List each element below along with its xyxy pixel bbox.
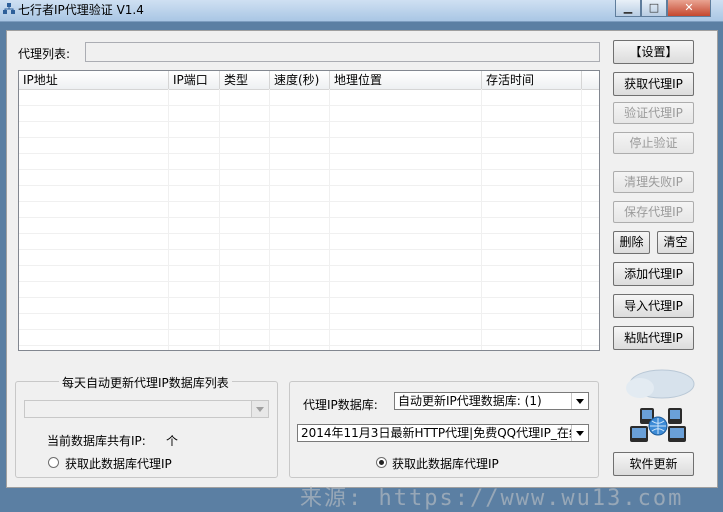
grid-line xyxy=(19,217,599,218)
col-alive-time[interactable]: 存活时间 xyxy=(482,71,582,89)
proxy-db-label: 代理IP数据库: xyxy=(303,398,378,412)
ip-count-unit: 个 xyxy=(166,434,179,448)
update-software-button[interactable]: 软件更新 xyxy=(613,452,694,476)
grid-line xyxy=(19,313,599,314)
col-type[interactable]: 类型 xyxy=(220,71,270,89)
proxy-list-select[interactable]: 2014年11月3日最新HTTP代理|免费QQ代理IP_在线代 xyxy=(297,424,589,442)
clear-failed-button[interactable]: 清理失败IP xyxy=(613,171,694,193)
chevron-down-icon[interactable] xyxy=(571,425,588,441)
app-icon xyxy=(3,3,15,15)
grid-line xyxy=(19,105,599,106)
settings-button[interactable]: 【设置】 xyxy=(613,40,694,64)
table-header: IP地址 IP端口 类型 速度(秒) 地理位置 存活时间 xyxy=(19,71,599,90)
proxy-db-radio[interactable] xyxy=(376,457,387,468)
daily-update-group-title: 每天自动更新代理IP数据库列表 xyxy=(59,374,232,391)
col-location[interactable]: 地理位置 xyxy=(330,71,482,89)
get-proxy-button[interactable]: 获取代理IP xyxy=(613,72,694,96)
grid-column-line xyxy=(329,89,330,350)
grid-line xyxy=(19,169,599,170)
grid-column-line xyxy=(481,89,482,350)
proxy-list-label: 代理列表: xyxy=(18,47,71,61)
verify-proxy-button[interactable]: 验证代理IP xyxy=(613,102,694,124)
daily-db-radio[interactable] xyxy=(48,457,59,468)
grid-line xyxy=(19,297,599,298)
grid-line xyxy=(19,137,599,138)
grid-column-line xyxy=(269,89,270,350)
grid-line xyxy=(19,329,599,330)
window-title: 七行者IP代理验证 V1.4 xyxy=(18,3,144,17)
proxy-db-select[interactable]: 自动更新IP代理数据库: (1) xyxy=(394,392,589,410)
delete-button[interactable]: 删除 xyxy=(613,231,650,254)
save-proxy-button[interactable]: 保存代理IP xyxy=(613,201,694,223)
stop-verify-button[interactable]: 停止验证 xyxy=(613,132,694,154)
proxy-db-radio-label[interactable]: 获取此数据库代理IP xyxy=(392,455,499,472)
daily-db-radio-label[interactable]: 获取此数据库代理IP xyxy=(65,455,172,472)
proxy-db-select-value: 自动更新IP代理数据库: (1) xyxy=(398,394,542,408)
add-proxy-button[interactable]: 添加代理IP xyxy=(613,262,694,286)
maximize-button[interactable]: □ xyxy=(641,0,667,17)
network-icon xyxy=(618,368,698,448)
proxy-list-select-value: 2014年11月3日最新HTTP代理|免费QQ代理IP_在线代 xyxy=(301,426,571,440)
chevron-down-icon[interactable] xyxy=(571,393,588,409)
import-proxy-button[interactable]: 导入代理IP xyxy=(613,294,694,318)
chevron-down-icon[interactable] xyxy=(251,401,268,417)
grid-line xyxy=(19,185,599,186)
grid-line xyxy=(19,233,599,234)
proxy-list-field xyxy=(85,42,600,62)
col-ip-port[interactable]: IP端口 xyxy=(169,71,220,89)
daily-db-select[interactable] xyxy=(24,400,269,418)
grid-line xyxy=(19,281,599,282)
paste-proxy-button[interactable]: 粘贴代理IP xyxy=(613,326,694,350)
col-ip-address[interactable]: IP地址 xyxy=(19,71,169,89)
grid-line xyxy=(19,201,599,202)
grid-line xyxy=(19,249,599,250)
ip-count-label: 当前数据库共有IP: xyxy=(47,434,146,448)
grid-column-line xyxy=(581,89,582,350)
grid-column-line xyxy=(219,89,220,350)
minimize-button[interactable]: ▁ xyxy=(615,0,641,17)
watermark-text: 来源: https://www.wu13.com xyxy=(300,486,684,511)
grid-line xyxy=(19,345,599,346)
grid-line xyxy=(19,153,599,154)
proxy-table[interactable]: IP地址 IP端口 类型 速度(秒) 地理位置 存活时间 xyxy=(18,70,600,351)
clear-button[interactable]: 清空 xyxy=(657,231,694,254)
col-speed[interactable]: 速度(秒) xyxy=(270,71,330,89)
grid-line xyxy=(19,121,599,122)
close-button[interactable]: ✕ xyxy=(667,0,711,17)
grid-column-line xyxy=(168,89,169,350)
grid-line xyxy=(19,265,599,266)
